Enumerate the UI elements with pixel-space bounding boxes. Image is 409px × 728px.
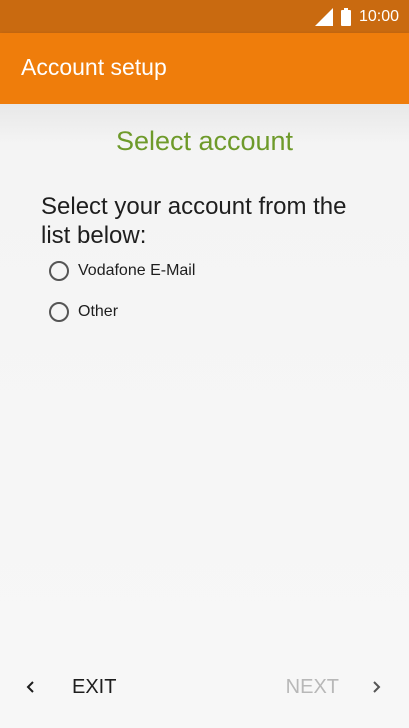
signal-icon [314,7,333,26]
radio-unchecked-icon[interactable] [49,261,69,281]
radio-option-vodafone-email[interactable]: Vodafone E-Mail [49,259,195,283]
next-button[interactable]: NEXT [286,672,383,702]
exit-button[interactable]: EXIT [24,672,116,702]
radio-label: Vodafone E-Mail [78,262,196,279]
chevron-right-icon [373,681,381,693]
battery-icon [340,7,351,26]
app-title: Account setup [21,54,167,80]
status-bar: 10:00 [0,0,409,33]
account-options: Vodafone E-Mail Other [49,259,195,341]
bottom-navigation: EXIT NEXT [0,644,409,728]
chevron-left-icon [26,681,34,693]
radio-label: Other [78,303,119,320]
instruction-text: Select your account from the list below: [41,193,347,249]
status-icons: 10:00 [314,0,399,33]
radio-unchecked-icon[interactable] [49,302,69,322]
exit-label: EXIT [72,675,117,698]
app-bar: Account setup [0,33,409,104]
page-title: Select account [115,126,294,156]
status-time: 10:00 [358,7,399,25]
main-content: Select account Select your account from … [0,104,409,644]
next-label: NEXT [285,675,339,698]
radio-option-other[interactable]: Other [49,300,195,324]
